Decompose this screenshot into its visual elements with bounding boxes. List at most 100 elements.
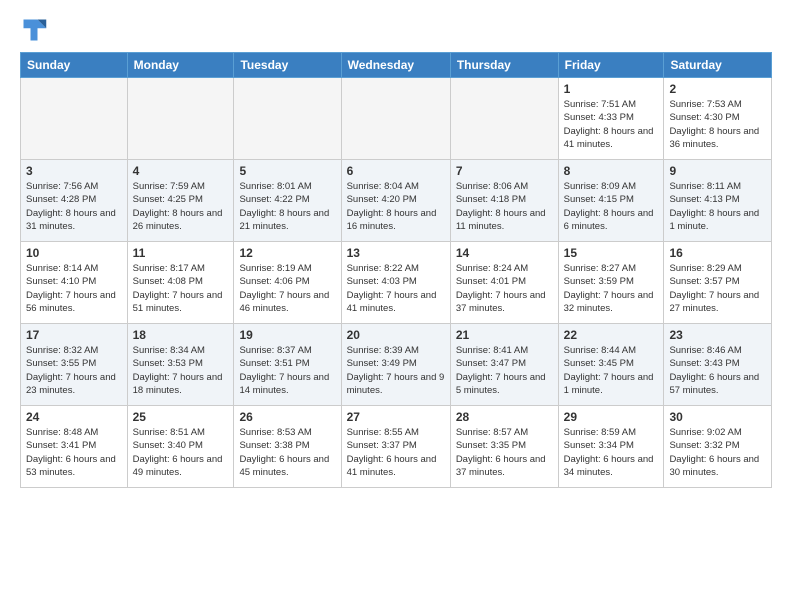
calendar-cell: 7 Sunrise: 8:06 AM Sunset: 4:18 PM Daylig… [450, 160, 558, 242]
week-row-5: 24 Sunrise: 8:48 AM Sunset: 3:41 PM Dayli… [21, 406, 772, 488]
day-number: 6 [347, 164, 445, 178]
day-info: Sunrise: 8:37 AM Sunset: 3:51 PM Dayligh… [239, 344, 335, 397]
logo [20, 16, 52, 44]
calendar-cell: 22Sunrise: 8:44 AM Sunset: 3:45 PM Dayli… [558, 324, 664, 406]
day-number: 10 [26, 246, 122, 260]
day-info: Sunrise: 8:27 AM Sunset: 3:59 PM Dayligh… [564, 262, 659, 315]
calendar-cell: 17 Sunrise: 8:32 AM Sunset: 3:55 PM Dayli… [21, 324, 128, 406]
calendar-cell: 6 Sunrise: 8:04 AM Sunset: 4:20 PM Daylig… [341, 160, 450, 242]
calendar-cell: 15Sunrise: 8:27 AM Sunset: 3:59 PM Dayli… [558, 242, 664, 324]
day-header-thursday: Thursday [450, 53, 558, 78]
day-info: Sunrise: 7:51 AM Sunset: 4:33 PM Dayligh… [564, 98, 659, 151]
day-number: 14 [456, 246, 553, 260]
calendar-cell: 11 Sunrise: 8:17 AM Sunset: 4:08 PM Dayli… [127, 242, 234, 324]
calendar-cell [127, 78, 234, 160]
calendar-cell: 26 Sunrise: 8:53 AM Sunset: 3:38 PM Dayli… [234, 406, 341, 488]
calendar-cell: 20 Sunrise: 8:39 AM Sunset: 3:49 PM Dayli… [341, 324, 450, 406]
day-info: Sunrise: 8:29 AM Sunset: 3:57 PM Dayligh… [669, 262, 766, 315]
calendar-cell: 28 Sunrise: 8:57 AM Sunset: 3:35 PM Dayli… [450, 406, 558, 488]
day-number: 21 [456, 328, 553, 342]
day-info: Sunrise: 7:56 AM Sunset: 4:28 PM Dayligh… [26, 180, 122, 233]
day-info: Sunrise: 8:39 AM Sunset: 3:49 PM Dayligh… [347, 344, 445, 397]
day-info: Sunrise: 7:59 AM Sunset: 4:25 PM Dayligh… [133, 180, 229, 233]
day-header-wednesday: Wednesday [341, 53, 450, 78]
day-info: Sunrise: 8:41 AM Sunset: 3:47 PM Dayligh… [456, 344, 553, 397]
day-info: Sunrise: 8:01 AM Sunset: 4:22 PM Dayligh… [239, 180, 335, 233]
day-info: Sunrise: 8:04 AM Sunset: 4:20 PM Dayligh… [347, 180, 445, 233]
day-number: 19 [239, 328, 335, 342]
day-info: Sunrise: 8:57 AM Sunset: 3:35 PM Dayligh… [456, 426, 553, 479]
calendar-cell: 19 Sunrise: 8:37 AM Sunset: 3:51 PM Dayli… [234, 324, 341, 406]
day-info: Sunrise: 8:46 AM Sunset: 3:43 PM Dayligh… [669, 344, 766, 397]
calendar-cell: 4 Sunrise: 7:59 AM Sunset: 4:25 PM Daylig… [127, 160, 234, 242]
calendar-cell: 13 Sunrise: 8:22 AM Sunset: 4:03 PM Dayli… [341, 242, 450, 324]
day-header-saturday: Saturday [664, 53, 772, 78]
day-number: 11 [133, 246, 229, 260]
day-info: Sunrise: 8:55 AM Sunset: 3:37 PM Dayligh… [347, 426, 445, 479]
calendar-cell: 12 Sunrise: 8:19 AM Sunset: 4:06 PM Dayli… [234, 242, 341, 324]
day-info: Sunrise: 8:32 AM Sunset: 3:55 PM Dayligh… [26, 344, 122, 397]
calendar-cell: 16Sunrise: 8:29 AM Sunset: 3:57 PM Dayli… [664, 242, 772, 324]
logo-icon [20, 16, 48, 44]
day-number: 20 [347, 328, 445, 342]
calendar-cell: 24 Sunrise: 8:48 AM Sunset: 3:41 PM Dayli… [21, 406, 128, 488]
day-number: 18 [133, 328, 229, 342]
day-info: Sunrise: 8:19 AM Sunset: 4:06 PM Dayligh… [239, 262, 335, 315]
calendar-cell: 23Sunrise: 8:46 AM Sunset: 3:43 PM Dayli… [664, 324, 772, 406]
day-info: Sunrise: 8:59 AM Sunset: 3:34 PM Dayligh… [564, 426, 659, 479]
day-number: 25 [133, 410, 229, 424]
calendar-cell: 1Sunrise: 7:51 AM Sunset: 4:33 PM Daylig… [558, 78, 664, 160]
day-info: Sunrise: 8:53 AM Sunset: 3:38 PM Dayligh… [239, 426, 335, 479]
day-number: 26 [239, 410, 335, 424]
week-row-1: 1Sunrise: 7:51 AM Sunset: 4:33 PM Daylig… [21, 78, 772, 160]
calendar-cell: 9 Sunrise: 8:11 AM Sunset: 4:13 PM Daylig… [664, 160, 772, 242]
day-number: 13 [347, 246, 445, 260]
day-info: Sunrise: 8:09 AM Sunset: 4:15 PM Dayligh… [564, 180, 659, 233]
day-number: 9 [669, 164, 766, 178]
calendar-cell [450, 78, 558, 160]
week-row-3: 10 Sunrise: 8:14 AM Sunset: 4:10 PM Dayli… [21, 242, 772, 324]
day-number: 22 [564, 328, 659, 342]
calendar-cell: 2 Sunrise: 7:53 AM Sunset: 4:30 PM Daylig… [664, 78, 772, 160]
week-row-4: 17 Sunrise: 8:32 AM Sunset: 3:55 PM Dayli… [21, 324, 772, 406]
header [20, 16, 772, 44]
day-info: Sunrise: 8:24 AM Sunset: 4:01 PM Dayligh… [456, 262, 553, 315]
day-info: Sunrise: 8:14 AM Sunset: 4:10 PM Dayligh… [26, 262, 122, 315]
day-number: 3 [26, 164, 122, 178]
day-info: Sunrise: 9:02 AM Sunset: 3:32 PM Dayligh… [669, 426, 766, 479]
calendar-cell: 8 Sunrise: 8:09 AM Sunset: 4:15 PM Daylig… [558, 160, 664, 242]
header-row: SundayMondayTuesdayWednesdayThursdayFrid… [21, 53, 772, 78]
calendar-cell: 5Sunrise: 8:01 AM Sunset: 4:22 PM Daylig… [234, 160, 341, 242]
day-number: 2 [669, 82, 766, 96]
day-number: 12 [239, 246, 335, 260]
day-info: Sunrise: 8:51 AM Sunset: 3:40 PM Dayligh… [133, 426, 229, 479]
week-row-2: 3 Sunrise: 7:56 AM Sunset: 4:28 PM Daylig… [21, 160, 772, 242]
calendar-cell [234, 78, 341, 160]
day-number: 30 [669, 410, 766, 424]
calendar-cell: 30 Sunrise: 9:02 AM Sunset: 3:32 PM Dayli… [664, 406, 772, 488]
calendar-cell [21, 78, 128, 160]
day-info: Sunrise: 8:48 AM Sunset: 3:41 PM Dayligh… [26, 426, 122, 479]
day-number: 7 [456, 164, 553, 178]
day-info: Sunrise: 8:11 AM Sunset: 4:13 PM Dayligh… [669, 180, 766, 233]
day-number: 29 [564, 410, 659, 424]
day-number: 27 [347, 410, 445, 424]
calendar-cell: 29 Sunrise: 8:59 AM Sunset: 3:34 PM Dayli… [558, 406, 664, 488]
day-number: 17 [26, 328, 122, 342]
day-number: 24 [26, 410, 122, 424]
day-info: Sunrise: 8:22 AM Sunset: 4:03 PM Dayligh… [347, 262, 445, 315]
day-number: 28 [456, 410, 553, 424]
page: SundayMondayTuesdayWednesdayThursdayFrid… [0, 0, 792, 612]
calendar-cell: 3 Sunrise: 7:56 AM Sunset: 4:28 PM Daylig… [21, 160, 128, 242]
day-info: Sunrise: 8:06 AM Sunset: 4:18 PM Dayligh… [456, 180, 553, 233]
calendar-cell: 21 Sunrise: 8:41 AM Sunset: 3:47 PM Dayli… [450, 324, 558, 406]
day-number: 8 [564, 164, 659, 178]
calendar-cell: 27 Sunrise: 8:55 AM Sunset: 3:37 PM Dayli… [341, 406, 450, 488]
calendar-cell: 14 Sunrise: 8:24 AM Sunset: 4:01 PM Dayli… [450, 242, 558, 324]
day-header-friday: Friday [558, 53, 664, 78]
calendar: SundayMondayTuesdayWednesdayThursdayFrid… [20, 52, 772, 488]
day-info: Sunrise: 8:17 AM Sunset: 4:08 PM Dayligh… [133, 262, 229, 315]
day-info: Sunrise: 7:53 AM Sunset: 4:30 PM Dayligh… [669, 98, 766, 151]
day-number: 4 [133, 164, 229, 178]
calendar-cell: 18Sunrise: 8:34 AM Sunset: 3:53 PM Dayli… [127, 324, 234, 406]
